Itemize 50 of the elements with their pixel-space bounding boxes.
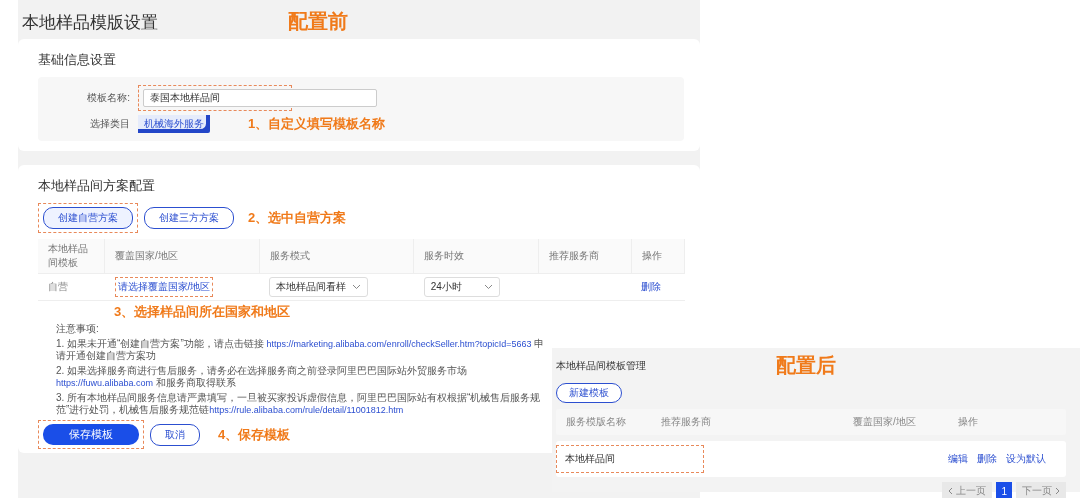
action-link[interactable]: 删除 xyxy=(977,452,997,466)
field-label: 模板名称: xyxy=(86,91,130,105)
field-label: 选择类目 xyxy=(89,117,130,131)
region-link[interactable]: 请选择覆盖国家/地区 xyxy=(117,280,211,294)
note-text: 1. 如果未开通“创建自营方案”功能，请点击链接 https://marketing.alibaba.com/enroll/checkSeller.htm?topicId=5663 申请开通创建自营方案功 xyxy=(56,338,546,362)
chevron-down-icon xyxy=(483,284,493,290)
action-link[interactable]: 设为默认 xyxy=(1006,452,1046,466)
table-cell: 自营 xyxy=(38,273,105,301)
annotation-text: 4、保存模板 xyxy=(218,425,291,444)
new-template-button[interactable]: 新建模板 xyxy=(556,383,622,403)
plan-button[interactable]: 创建自营方案 xyxy=(43,207,133,229)
annotation-text: 2、选中自营方案 xyxy=(248,209,347,227)
save-button[interactable]: 保存模板 xyxy=(43,424,139,445)
annotation-label: 配置前 xyxy=(288,9,348,34)
table-cell: 本地样品间 xyxy=(565,452,615,466)
annotation-label: 配置后 xyxy=(776,353,836,378)
chevron-down-icon xyxy=(352,284,361,290)
column-header: 覆盖国家/地区 xyxy=(104,239,259,274)
action-link[interactable]: 编辑 xyxy=(948,452,968,466)
column-header: 服务模版名称 xyxy=(566,415,627,429)
column-header: 服务模式 xyxy=(259,239,414,274)
annotation-text: 3、选择样品间所在国家和地区 xyxy=(114,303,291,321)
chevron-left-icon xyxy=(948,487,954,495)
note-text: 3. 所有本地样品间服务信息请严肃填写，一旦被买家投诉虚假信息，阿里巴巴国际站有权根据“机械售后服务规范”进行处罚，机械售后服务规范链https://rule.alibaba.com/rule/detail/11001812.htm xyxy=(56,392,542,416)
time-select[interactable]: 24小时 xyxy=(423,277,500,297)
page-button[interactable]: 1 xyxy=(996,482,1012,498)
section-title: 基础信息设置 xyxy=(38,51,117,69)
annotation-text: 1、自定义填写模板名称 xyxy=(248,115,386,133)
chevron-right-icon xyxy=(1055,487,1060,495)
column-header: 推荐服务商 xyxy=(538,239,632,274)
column-header: 覆盖国家/地区 xyxy=(853,415,917,429)
page-title: 本地样品模版设置 xyxy=(22,12,158,34)
url-link[interactable]: https://rule.alibaba.com/rule/detail/11001812.htm xyxy=(209,405,404,415)
column-header: 本地样品间模板 xyxy=(38,239,105,274)
plan-button[interactable]: 创建三方方案 xyxy=(144,207,234,229)
delete-link[interactable]: 删除 xyxy=(641,281,662,292)
column-header: 服务时效 xyxy=(413,239,539,274)
section-title: 本地样品间方案配置 xyxy=(38,177,156,195)
name-input-field[interactable]: 泰国本地样品间 xyxy=(143,89,377,107)
cancel-button[interactable]: 取消 xyxy=(150,423,200,446)
column-header: 操作 xyxy=(631,239,685,274)
note-text: 2. 如果选择服务商进行售后服务，请务必在选择服务商之前登录阿里巴巴国际站外贸服务市场 https://fuwu.alibaba.com 和服务商取得联系 xyxy=(56,365,469,389)
column-header: 操作 xyxy=(958,415,978,429)
url-link[interactable]: https://fuwu.alibaba.com xyxy=(56,378,154,388)
column-header: 推荐服务商 xyxy=(661,415,712,429)
category-tag[interactable]: 机械海外服务 xyxy=(138,115,210,133)
panel-title: 本地样品间模板管理 xyxy=(556,358,646,373)
notes-title: 注意事项: xyxy=(56,323,100,335)
url-link[interactable]: https://marketing.alibaba.com/enroll/checkSeller.htm?topicId=5663 xyxy=(266,339,532,349)
mode-select[interactable]: 本地样品间看样 xyxy=(269,277,368,297)
